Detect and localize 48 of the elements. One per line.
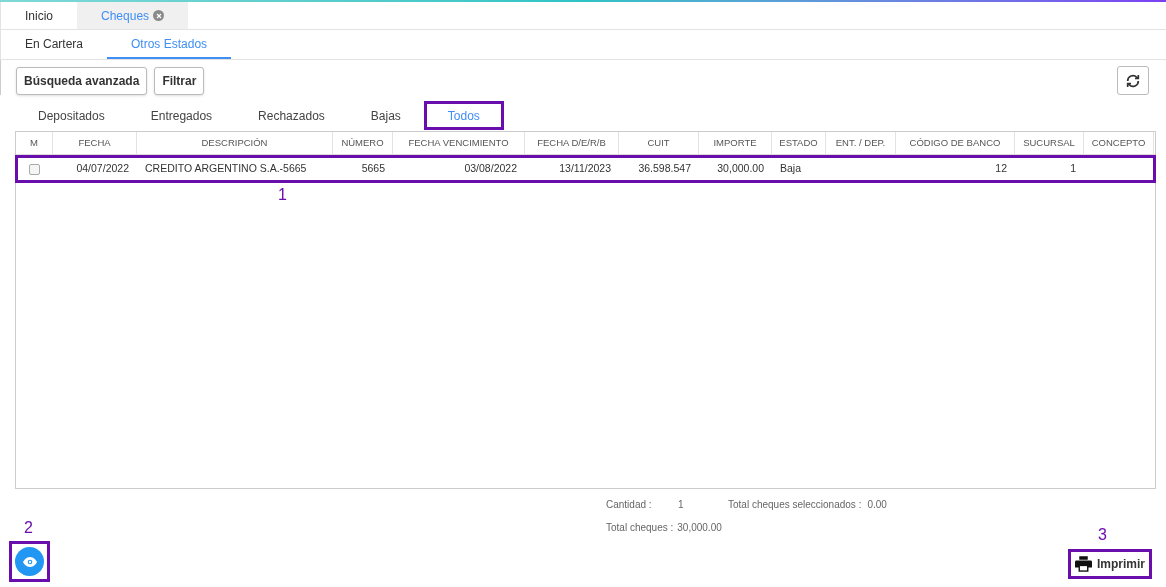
- table-cell: 5665: [361, 162, 385, 175]
- summary-label: Total cheques :: [606, 521, 674, 535]
- table-cell: Baja: [780, 162, 801, 175]
- summary-label: Total cheques seleccionados :: [728, 498, 862, 512]
- table-cell: 12: [995, 162, 1007, 175]
- toolbar-button[interactable]: Filtrar: [154, 66, 205, 95]
- column-header: ENT. / DEP.: [835, 135, 886, 150]
- summary-value: 30,000.00: [677, 521, 722, 535]
- table-cell: 1: [1070, 162, 1076, 175]
- refresh-button[interactable]: [1117, 66, 1149, 95]
- table-cell: CREDITO ARGENTINO S.A.-5665: [145, 162, 307, 175]
- eye-icon: [22, 556, 37, 567]
- toolbar-button[interactable]: Búsqueda avanzada: [16, 66, 148, 95]
- column-header: CÓDIGO DE BANCO: [909, 135, 1001, 150]
- column-header: SUCURSAL: [1023, 135, 1075, 150]
- print-button[interactable]: Imprimir: [1068, 549, 1152, 579]
- refresh-icon: [1125, 72, 1141, 89]
- state-tab[interactable]: Depositados: [15, 101, 128, 131]
- summary-label: Cantidad :: [606, 498, 653, 512]
- sub-tab[interactable]: En Cartera: [1, 30, 108, 59]
- table-cell: 04/07/2022: [76, 162, 129, 175]
- table-cell: 36.598.547: [638, 162, 691, 175]
- state-tab[interactable]: Entregados: [127, 101, 236, 131]
- column-header: NÚMERO: [341, 135, 384, 150]
- table-cell: 03/08/2022: [464, 162, 517, 175]
- state-tab[interactable]: Bajas: [347, 101, 424, 131]
- view-button[interactable]: [9, 541, 50, 582]
- table-cell: 30,000.00: [717, 162, 764, 175]
- state-tab[interactable]: Rechazados: [235, 101, 348, 131]
- callout-number: 3: [1098, 527, 1107, 543]
- column-header: M: [30, 135, 38, 150]
- column-header: FECHA D/E/R/B: [537, 135, 606, 150]
- callout-number: 1: [278, 187, 287, 203]
- column-header: FECHA VENCIMIENTO: [408, 135, 509, 150]
- column-header: ESTADO: [779, 135, 818, 150]
- column-header: FECHA: [78, 135, 111, 150]
- table-cell: 13/11/2023: [559, 162, 611, 175]
- summary-value: 1: [678, 498, 685, 512]
- printer-icon: [1075, 556, 1092, 572]
- callout-number: 2: [24, 520, 33, 536]
- column-header: CUIT: [647, 135, 670, 150]
- column-header: CONCEPTO: [1091, 135, 1146, 150]
- column-header: DESCRIPCIÓN: [201, 135, 268, 150]
- row-checkbox[interactable]: [29, 163, 40, 175]
- summary-value: 0.00: [867, 498, 887, 512]
- column-header: IMPORTE: [713, 135, 757, 150]
- close-icon[interactable]: [153, 10, 165, 21]
- page-tab[interactable]: Inicio: [1, 2, 77, 29]
